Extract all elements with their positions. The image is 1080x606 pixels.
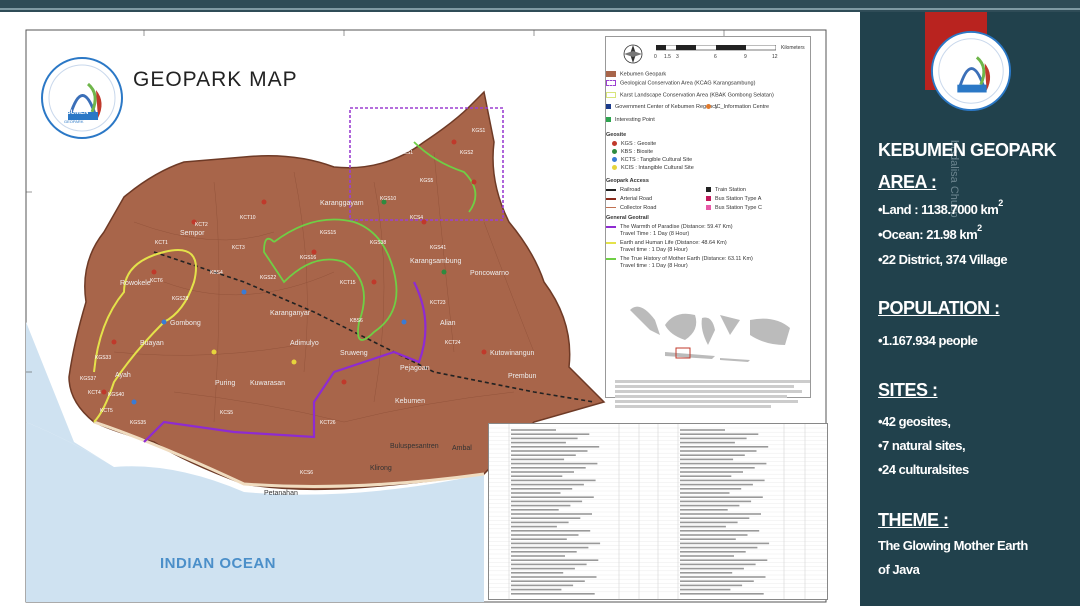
legend-header: Geosite <box>606 132 627 138</box>
top-bar-line <box>0 8 1080 10</box>
map-title: GEOPARK MAP <box>133 68 298 91</box>
land-area: •Land : 1138.7000 km2 <box>878 198 1003 217</box>
logo-subtext: GEOPARK <box>64 119 84 124</box>
scale-tick: 9 <box>744 54 747 60</box>
sites-natural: •7 natural sites, <box>878 438 966 453</box>
legend-header: Geopark Access <box>606 178 649 184</box>
scale-tick: 3 <box>676 54 679 60</box>
scale-tick: 12 <box>772 54 778 60</box>
area-heading: AREA : <box>878 172 937 192</box>
geosite-table <box>488 423 828 600</box>
legend-item-sub: Travel time : 1 Day (8 Hour) <box>620 263 688 269</box>
legend-item: Kebumen Geopark <box>606 71 666 77</box>
scale-unit: Kilometers <box>781 45 805 51</box>
legend-item: Collector Road <box>606 205 656 211</box>
population-value: •1.167.934 people <box>878 333 978 348</box>
ocean-area: •Ocean: 21.98 km2 <box>878 223 982 242</box>
legend-item: Railroad <box>606 187 640 193</box>
top-bar <box>0 0 1080 12</box>
legend-item: Government Center of Kebumen Regency <box>606 104 718 110</box>
legend-item: IC_Information Centre <box>706 104 769 110</box>
legend-item: Interesting Point <box>606 117 655 123</box>
legend-item-sub: Travel time : 1 Day (8 Hour) <box>620 247 688 253</box>
scale-tick: 6 <box>714 54 717 60</box>
legend-item: Karst Landscape Conservation Area (KBAK … <box>606 92 774 98</box>
legend-item: KGS : Geosite <box>612 141 656 147</box>
legend-item: Earth and Human Life (Distance: 48.64 Km… <box>606 240 727 246</box>
theme-heading: THEME : <box>878 510 949 530</box>
legend-item: Bus Station Type A <box>706 196 761 202</box>
logo-text: KEBUMEN <box>58 110 89 116</box>
legend-item: Arterial Road <box>606 196 652 202</box>
legend-item: Geological Conservation Area (KCAG Karan… <box>606 80 755 86</box>
indonesia-inset-map <box>620 290 798 372</box>
sites-heading: SITES : <box>878 380 938 400</box>
district-count: •22 District, 374 Village <box>878 252 1008 267</box>
legend-item: Train Station <box>706 187 746 193</box>
legend-item: The Warmth of Paradise (Distance: 59.47 … <box>606 224 733 230</box>
north-arrow-icon <box>623 44 643 64</box>
theme-line-2: of Java <box>878 562 920 577</box>
sidebar-title: KEBUMEN GEOPARK <box>878 140 1057 160</box>
legend-item: KCIS : Intangible Cultural Site <box>612 165 694 171</box>
ocean-label: INDIAN OCEAN <box>160 555 277 572</box>
sites-geosites: •42 geosites, <box>878 414 951 429</box>
population-heading: POPULATION : <box>878 298 1000 318</box>
scale-tick: 0 <box>654 54 657 60</box>
legend-item: Bus Station Type C <box>706 205 762 211</box>
legend-item-sub: Travel Time : 1 Day (8 Hour) <box>620 231 690 237</box>
sites-cultural: •24 culturalsites <box>878 462 969 477</box>
scale-tick: 1.5 <box>664 54 671 60</box>
kebumen-geopark-logo <box>41 57 123 139</box>
map-notes <box>615 378 810 418</box>
legend-item: The True History of Mother Earth (Distan… <box>606 256 753 262</box>
sidebar-logo <box>930 30 1012 112</box>
theme-line-1: The Glowing Mother Earth <box>878 538 1028 553</box>
legend-item: KBS : Biosite <box>612 149 653 155</box>
legend-header: General Geotrail <box>606 215 649 221</box>
legend-item: KCTS : Tangible Cultural Site <box>612 157 692 163</box>
